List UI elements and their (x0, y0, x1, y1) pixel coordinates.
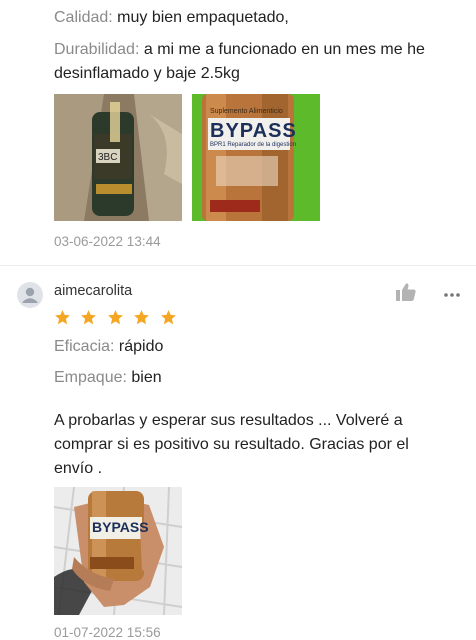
star-rating (54, 309, 182, 331)
star-icon (107, 310, 123, 325)
review-date: 03-06-2022 13:44 (54, 234, 161, 249)
review-divider (0, 265, 476, 266)
svg-text:3BC: 3BC (98, 152, 117, 163)
quality-label: Calidad: (54, 9, 113, 26)
comment-line: comprar si es positivo su resultado. Gra… (54, 436, 409, 453)
durability-field: Durabilidad: a mi me a funcionado en un … (54, 38, 464, 86)
comment-line: A probarlas y esperar sus resultados ...… (54, 412, 403, 429)
jar-brand-text: BYPASS (210, 120, 297, 142)
star-icon (55, 310, 70, 325)
durability-label: Durabilidad: (54, 41, 140, 58)
durability-value-line2: desinflamado y baje 2.5kg (54, 65, 240, 82)
review-date: 01-07-2022 15:56 (54, 625, 161, 640)
durability-value-line1: a mi me a funcionado en un mes me he (143, 41, 425, 58)
efficacy-label: Eficacia: (54, 338, 115, 355)
comment-line: envío . (54, 460, 103, 477)
quality-value: muy bien empaquetado, (117, 9, 289, 26)
quality-field: Calidad: muy bien empaquetado, (54, 6, 289, 30)
review-comment: A probarlas y esperar sus resultados ...… (54, 409, 464, 481)
hand-holding-jar-photo (54, 487, 182, 615)
packaging-field: Empaque: bien (54, 366, 162, 390)
review-photo-2[interactable]: Suplemento Alimenticio BYPASS BPR1 Repar… (192, 94, 320, 221)
star-icon (160, 310, 176, 325)
thumbs-up-icon[interactable] (395, 282, 417, 302)
review-photo-1[interactable]: 3BC (54, 94, 182, 221)
packaging-label: Empaque: (54, 369, 127, 386)
review-photo-3[interactable]: BYPASS (54, 487, 182, 615)
star-icon (81, 310, 97, 325)
efficacy-value: rápido (118, 338, 164, 355)
user-icon[interactable] (17, 282, 43, 308)
star-icon (134, 310, 150, 325)
review-username[interactable]: aimecarolita (54, 283, 132, 299)
jar-brand-text: BYPASS (92, 519, 149, 535)
jar-sub-text: BPR1 Reparador de la digestión (210, 142, 297, 148)
packaging-value: bien (131, 369, 162, 386)
jar-header-text: Suplemento Alimenticio (210, 108, 283, 115)
efficacy-field: Eficacia: rápido (54, 335, 163, 359)
more-horizontal-icon[interactable] (443, 286, 461, 297)
product-bag-photo: 3BC (54, 94, 182, 221)
